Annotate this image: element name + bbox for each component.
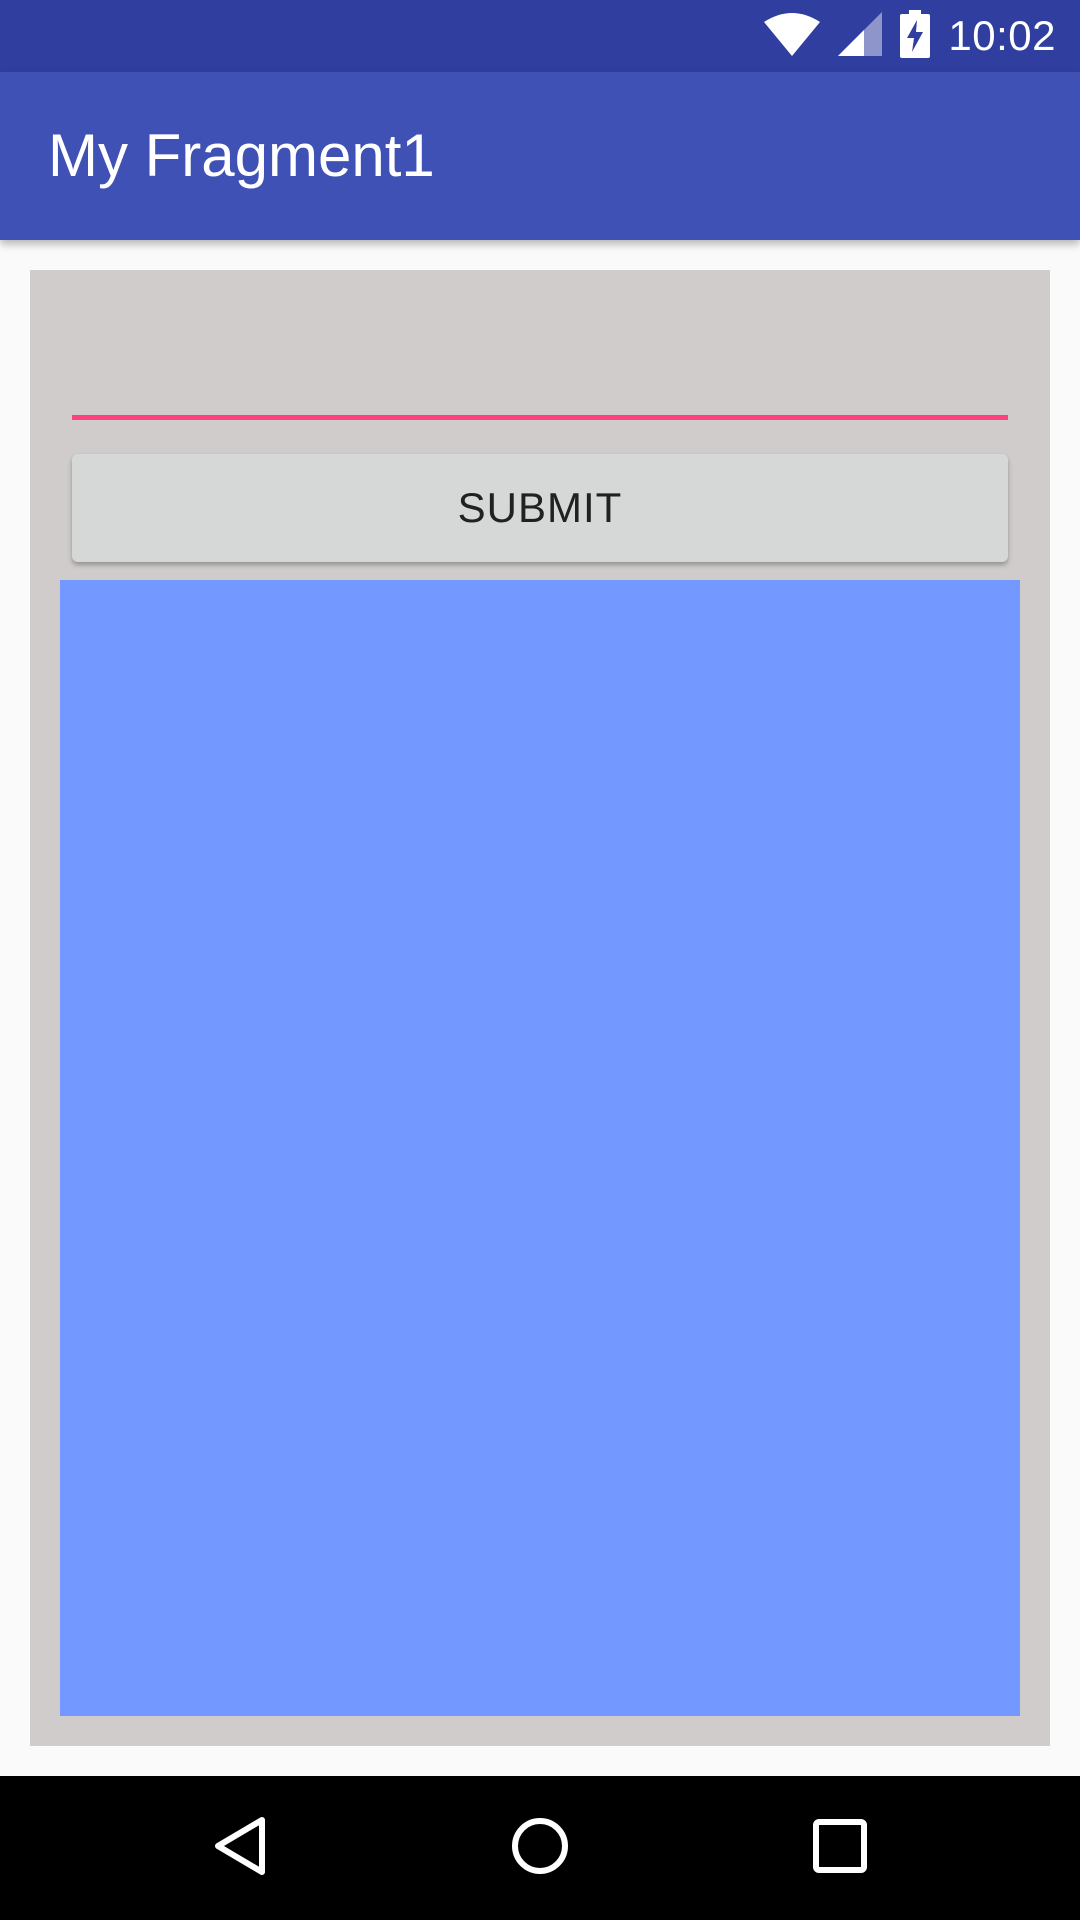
navigation-bar <box>0 1776 1080 1920</box>
submit-button[interactable]: SUBMIT <box>72 454 1008 562</box>
recents-icon <box>812 1818 868 1879</box>
home-icon <box>510 1816 570 1881</box>
status-time: 10:02 <box>948 12 1056 59</box>
status-bar: 10:02 <box>0 0 1080 72</box>
back-icon <box>212 1816 268 1881</box>
status-icons: 10:02 <box>764 0 1056 72</box>
fragment-container: SUBMIT <box>30 270 1050 1746</box>
text-input[interactable] <box>72 330 1008 420</box>
recents-button[interactable] <box>800 1812 880 1884</box>
battery-charging-icon <box>900 9 931 63</box>
cell-signal-icon <box>838 11 883 61</box>
back-button[interactable] <box>200 1812 280 1884</box>
wifi-icon <box>764 12 821 61</box>
page-title: My Fragment1 <box>48 122 435 189</box>
content-panel <box>60 580 1020 1716</box>
home-button[interactable] <box>500 1812 580 1884</box>
app-bar: My Fragment1 <box>0 72 1080 240</box>
app-screen: 10:02 My Fragment1 SUBMIT <box>0 0 1080 1920</box>
